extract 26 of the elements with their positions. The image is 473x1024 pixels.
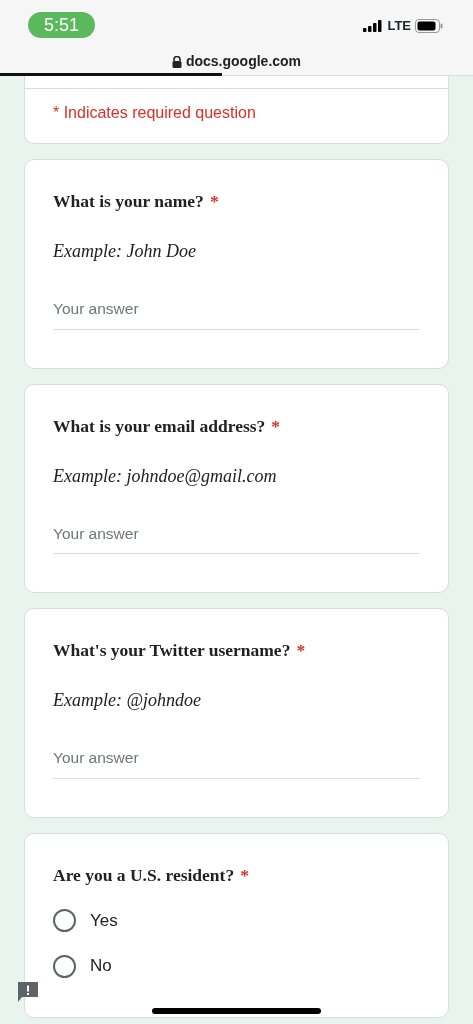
question-title: What's your Twitter username? (53, 640, 291, 660)
question-title: Are you a U.S. resident? (53, 864, 235, 885)
battery-icon (415, 18, 443, 33)
feedback-icon[interactable] (16, 980, 40, 1004)
clock: 5:51 (28, 12, 96, 38)
answer-field[interactable]: Your answer (53, 517, 420, 554)
option-label: Yes (90, 909, 118, 932)
required-note: * Indicates required question (53, 104, 256, 121)
radio-button[interactable] (53, 954, 76, 978)
signal-icon (363, 19, 384, 32)
option-label: No (90, 955, 112, 978)
radio-button[interactable] (53, 909, 76, 932)
question-description: Example: @johndoe (53, 689, 203, 713)
network-label: LTE (387, 17, 411, 35)
required-asterisk: * (209, 191, 219, 211)
required-asterisk: * (296, 640, 306, 660)
question-title: What is your email address? (53, 415, 266, 436)
question-description: Example: johndoe@gmail.com (53, 464, 278, 488)
required-asterisk: * (240, 864, 249, 885)
lock-icon (171, 55, 182, 68)
required-asterisk: * (271, 415, 281, 436)
answer-field[interactable]: Your answer (53, 742, 420, 779)
question-description: Example: John Doe (53, 240, 197, 264)
url-text[interactable]: docs.google.com (185, 51, 302, 72)
question-title: What is your name? (53, 191, 204, 211)
answer-field[interactable]: Your answer (53, 293, 420, 330)
